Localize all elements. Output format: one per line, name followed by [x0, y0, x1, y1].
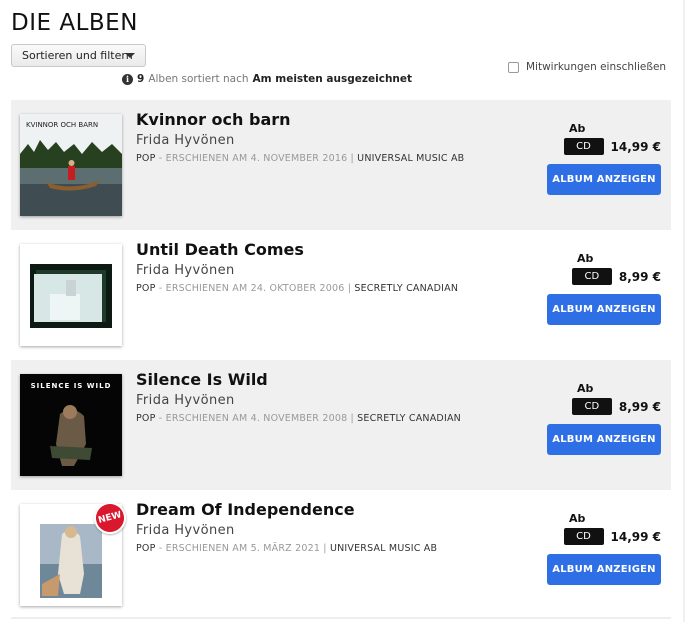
album-artist[interactable]: Frida Hyvönen [136, 523, 235, 538]
album-meta: POP - ERSCHIENEN AM 4. NOVEMBER 2016 | U… [136, 153, 464, 164]
contributions-label: Mitwirkungen einschließen [526, 61, 667, 73]
format-badge: CD [571, 268, 612, 285]
album-label[interactable]: SECRETLY CANADIAN [354, 283, 458, 294]
info-icon: i [122, 73, 133, 85]
album-label[interactable]: UNIVERSAL MUSIC AB [330, 543, 437, 554]
album-genre: POP [136, 413, 156, 424]
sort-info-text: Alben sortiert nach [148, 73, 249, 85]
format-badge: CD [571, 398, 612, 415]
album-cover[interactable]: SILENCE IS WILD [20, 374, 122, 476]
album-release: - ERSCHIENEN AM 5. MÄRZ 2021 | [158, 543, 327, 554]
album-title[interactable]: Silence Is Wild [136, 370, 268, 389]
sort-info: i 9 Alben sortiert nach Am meisten ausge… [122, 73, 412, 85]
album-meta: POP - ERSCHIENEN AM 24. OKTOBER 2006 | S… [136, 283, 458, 294]
cover-text: KVINNOR OCH BARN [26, 121, 99, 129]
album-meta: POP - ERSCHIENEN AM 4. NOVEMBER 2008 | S… [136, 413, 461, 424]
album-meta: POP - ERSCHIENEN AM 5. MÄRZ 2021 | UNIVE… [136, 543, 437, 554]
price-value: 14,99 € [610, 139, 661, 154]
page-title: DIE ALBEN [11, 10, 138, 36]
right-divider [683, 0, 685, 622]
album-card: SILENCE IS WILD Silence Is Wild Frida Hy… [11, 360, 671, 490]
album-cover[interactable]: KVINNOR OCH BARN [20, 114, 122, 216]
format-badge: CD [563, 528, 604, 545]
album-genre: POP [136, 283, 156, 294]
price-value: 14,99 € [610, 529, 661, 544]
view-album-button[interactable]: ALBUM ANZEIGEN [547, 294, 661, 325]
price-box: Ab CD 8,99 € ALBUM ANZEIGEN [545, 252, 661, 342]
album-title[interactable]: Kvinnor och barn [136, 110, 291, 129]
format-badge: CD [563, 138, 604, 155]
album-genre: POP [136, 543, 156, 554]
price-box: Ab CD 14,99 € ALBUM ANZEIGEN [545, 122, 661, 212]
caret-down-icon [125, 53, 135, 58]
album-label[interactable]: UNIVERSAL MUSIC AB [357, 153, 464, 164]
album-release: - ERSCHIENEN AM 4. NOVEMBER 2008 | [158, 413, 354, 424]
album-title[interactable]: Until Death Comes [136, 240, 304, 259]
list-divider [11, 617, 671, 619]
album-release: - ERSCHIENEN AM 4. NOVEMBER 2016 | [158, 153, 354, 164]
album-count: 9 [137, 73, 145, 85]
album-card: NEW Dream Of Independence Frida Hyvönen … [11, 490, 671, 620]
sort-filter-button[interactable]: Sortieren und filtern [11, 44, 146, 67]
view-album-button[interactable]: ALBUM ANZEIGEN [547, 424, 661, 455]
album-release: - ERSCHIENEN AM 24. OKTOBER 2006 | [158, 283, 352, 294]
album-genre: POP [136, 153, 156, 164]
price-from: Ab [569, 122, 586, 135]
sort-filter-label: Sortieren und filtern [22, 49, 133, 62]
album-title[interactable]: Dream Of Independence [136, 500, 355, 519]
price-from: Ab [577, 252, 594, 265]
price-from: Ab [577, 382, 594, 395]
view-album-button[interactable]: ALBUM ANZEIGEN [547, 164, 661, 195]
price-box: Ab CD 8,99 € ALBUM ANZEIGEN [545, 382, 661, 472]
sort-info-value: Am meisten ausgezeichnet [252, 73, 413, 85]
album-artist[interactable]: Frida Hyvönen [136, 133, 235, 148]
cover-text: SILENCE IS WILD [30, 382, 112, 390]
price-box: Ab CD 14,99 € ALBUM ANZEIGEN [545, 512, 661, 602]
album-artist[interactable]: Frida Hyvönen [136, 393, 235, 408]
view-album-button[interactable]: ALBUM ANZEIGEN [547, 554, 661, 585]
album-label[interactable]: SECRETLY CANADIAN [357, 413, 461, 424]
contributions-checkbox[interactable] [508, 61, 519, 73]
price-value: 8,99 € [618, 399, 661, 414]
price-value: 8,99 € [618, 269, 661, 284]
album-card: KVINNOR OCH BARN Kvinnor och barn Frida … [11, 100, 671, 230]
price-from: Ab [569, 512, 586, 525]
album-card: Until Death Comes Frida Hyvönen POP - ER… [11, 230, 671, 360]
album-cover[interactable] [20, 244, 122, 346]
album-artist[interactable]: Frida Hyvönen [136, 263, 235, 278]
contributions-toggle[interactable]: Mitwirkungen einschließen [508, 61, 666, 73]
